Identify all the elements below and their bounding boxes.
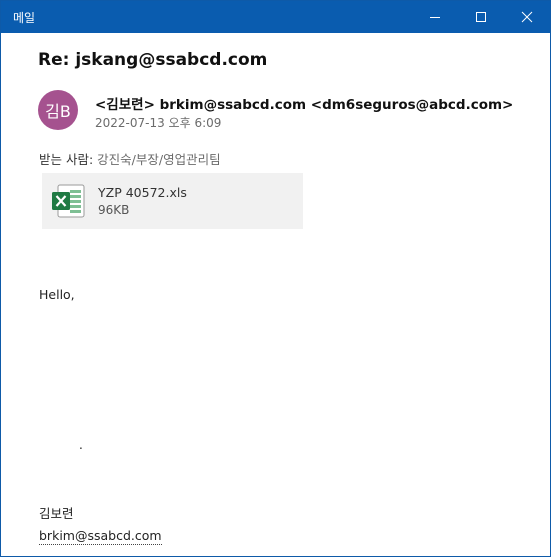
maximize-icon bbox=[476, 12, 486, 22]
mail-window: 메일 Re: jskang@ssabcd.com 김B <김보련> brkim@… bbox=[0, 0, 551, 557]
minimize-button[interactable] bbox=[412, 1, 458, 33]
maximize-button[interactable] bbox=[458, 1, 504, 33]
window-title: 메일 bbox=[13, 10, 36, 25]
minimize-icon bbox=[430, 17, 440, 18]
close-icon bbox=[521, 11, 533, 23]
avatar[interactable]: 김B bbox=[38, 90, 78, 130]
sender-line[interactable]: <김보련> brkim@ssabcd.com <dm6seguros@abcd.… bbox=[95, 93, 513, 113]
message-subject: Re: jskang@ssabcd.com bbox=[38, 50, 268, 70]
attachment-card[interactable]: YZP 40572.xls 96KB bbox=[42, 173, 303, 229]
body-dot: . bbox=[79, 438, 83, 452]
signature-name: 김보련 bbox=[39, 506, 74, 521]
attachment-info: YZP 40572.xls 96KB bbox=[98, 185, 187, 217]
body-greeting: Hello, bbox=[39, 287, 75, 302]
message-pane: Re: jskang@ssabcd.com 김B <김보련> brkim@ssa… bbox=[1, 33, 550, 556]
recipient-label: 받는 사람: bbox=[39, 152, 94, 167]
attachment-name: YZP 40572.xls bbox=[98, 185, 187, 200]
sent-date: 2022-07-13 오후 6:09 bbox=[95, 116, 222, 130]
close-button[interactable] bbox=[504, 1, 550, 33]
recipient-line: 받는 사람: 강진숙/부장/영업관리팀 bbox=[39, 149, 221, 168]
window-controls bbox=[412, 1, 550, 33]
signature-email-link[interactable]: brkim@ssabcd.com bbox=[39, 528, 162, 545]
title-bar[interactable]: 메일 bbox=[1, 1, 550, 33]
recipient-value[interactable]: 강진숙/부장/영업관리팀 bbox=[97, 152, 220, 167]
attachment-size: 96KB bbox=[98, 203, 130, 217]
excel-file-icon bbox=[52, 184, 85, 218]
